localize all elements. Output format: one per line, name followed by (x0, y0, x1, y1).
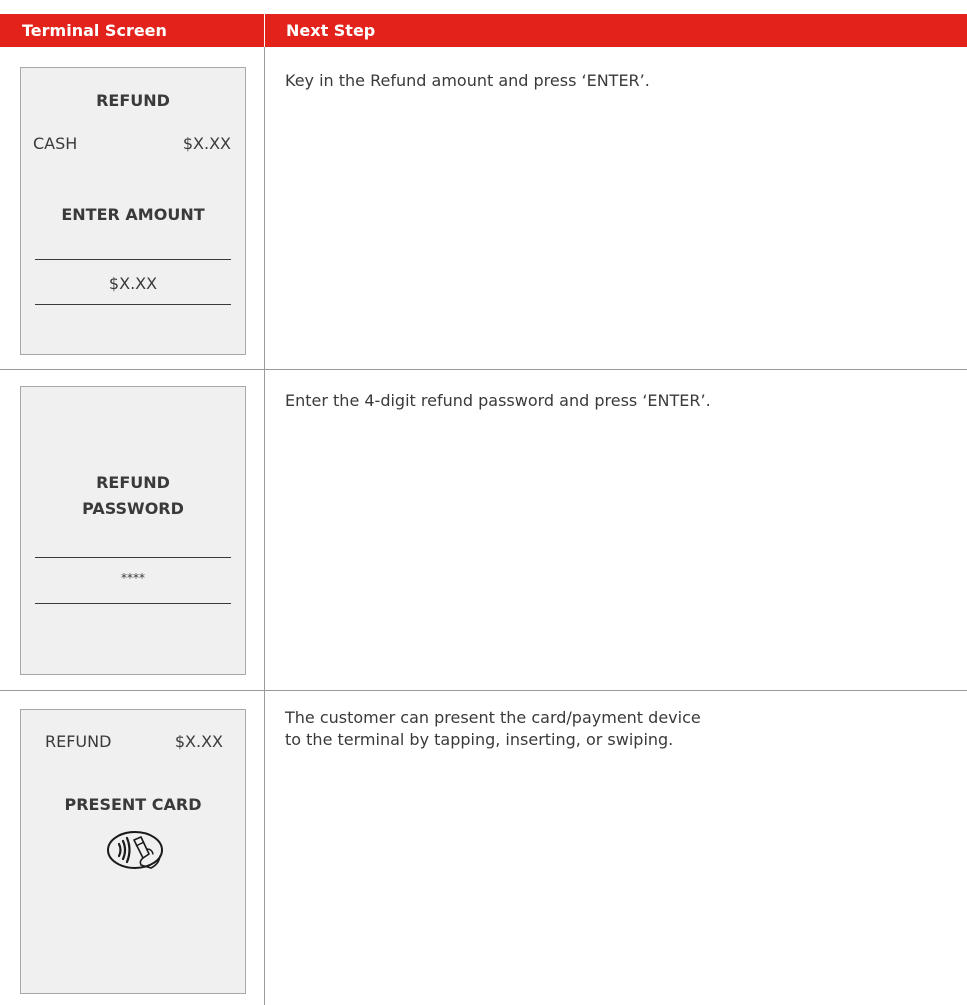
field-top-line (35, 259, 231, 260)
header-divider (264, 14, 265, 47)
header-next-step: Next Step (286, 21, 376, 40)
field-bottom-line (35, 304, 231, 305)
field-top-line (35, 557, 231, 558)
terminal-title-line2: PASSWORD (82, 499, 184, 518)
table-header: Terminal Screen Next Step (0, 14, 967, 47)
terminal-cash-amount: $X.XX (182, 134, 231, 153)
terminal-refund-amount: $X.XX (174, 732, 223, 751)
row-divider-2 (0, 690, 967, 691)
next-step-line2: to the terminal by tapping, inserting, o… (285, 730, 674, 749)
column-divider (264, 47, 265, 1005)
terminal-cash-label: CASH (33, 134, 78, 153)
terminal-screen-refund-amount: REFUND CASH $X.XX ENTER AMOUNT $X.XX (20, 67, 246, 355)
terminal-prompt: ENTER AMOUNT (61, 205, 205, 224)
terminal-screen-refund-password: REFUND PASSWORD **** (20, 386, 246, 675)
terminal-title: REFUND (96, 91, 170, 110)
next-step-line1: The customer can present the card/paymen… (285, 708, 701, 727)
terminal-prompt: PRESENT CARD (64, 795, 202, 814)
terminal-password-mask: **** (121, 571, 145, 585)
next-step-text: Key in the Refund amount and press ‘ENTE… (285, 71, 650, 90)
next-step-text: Enter the 4-digit refund password and pr… (285, 391, 711, 410)
next-step-text: The customer can present the card/paymen… (285, 707, 925, 751)
contactless-card-icon (105, 828, 165, 872)
terminal-screen-present-card: REFUND $X.XX PRESENT CARD (20, 709, 246, 994)
refund-steps-table: Terminal Screen Next Step REFUND CASH $X… (0, 0, 967, 1005)
field-bottom-line (35, 603, 231, 604)
terminal-refund-label: REFUND (45, 732, 112, 751)
terminal-field-value: $X.XX (108, 274, 158, 293)
terminal-title-line1: REFUND (96, 473, 170, 492)
row-divider-1 (0, 369, 967, 370)
header-terminal-screen: Terminal Screen (22, 21, 167, 40)
